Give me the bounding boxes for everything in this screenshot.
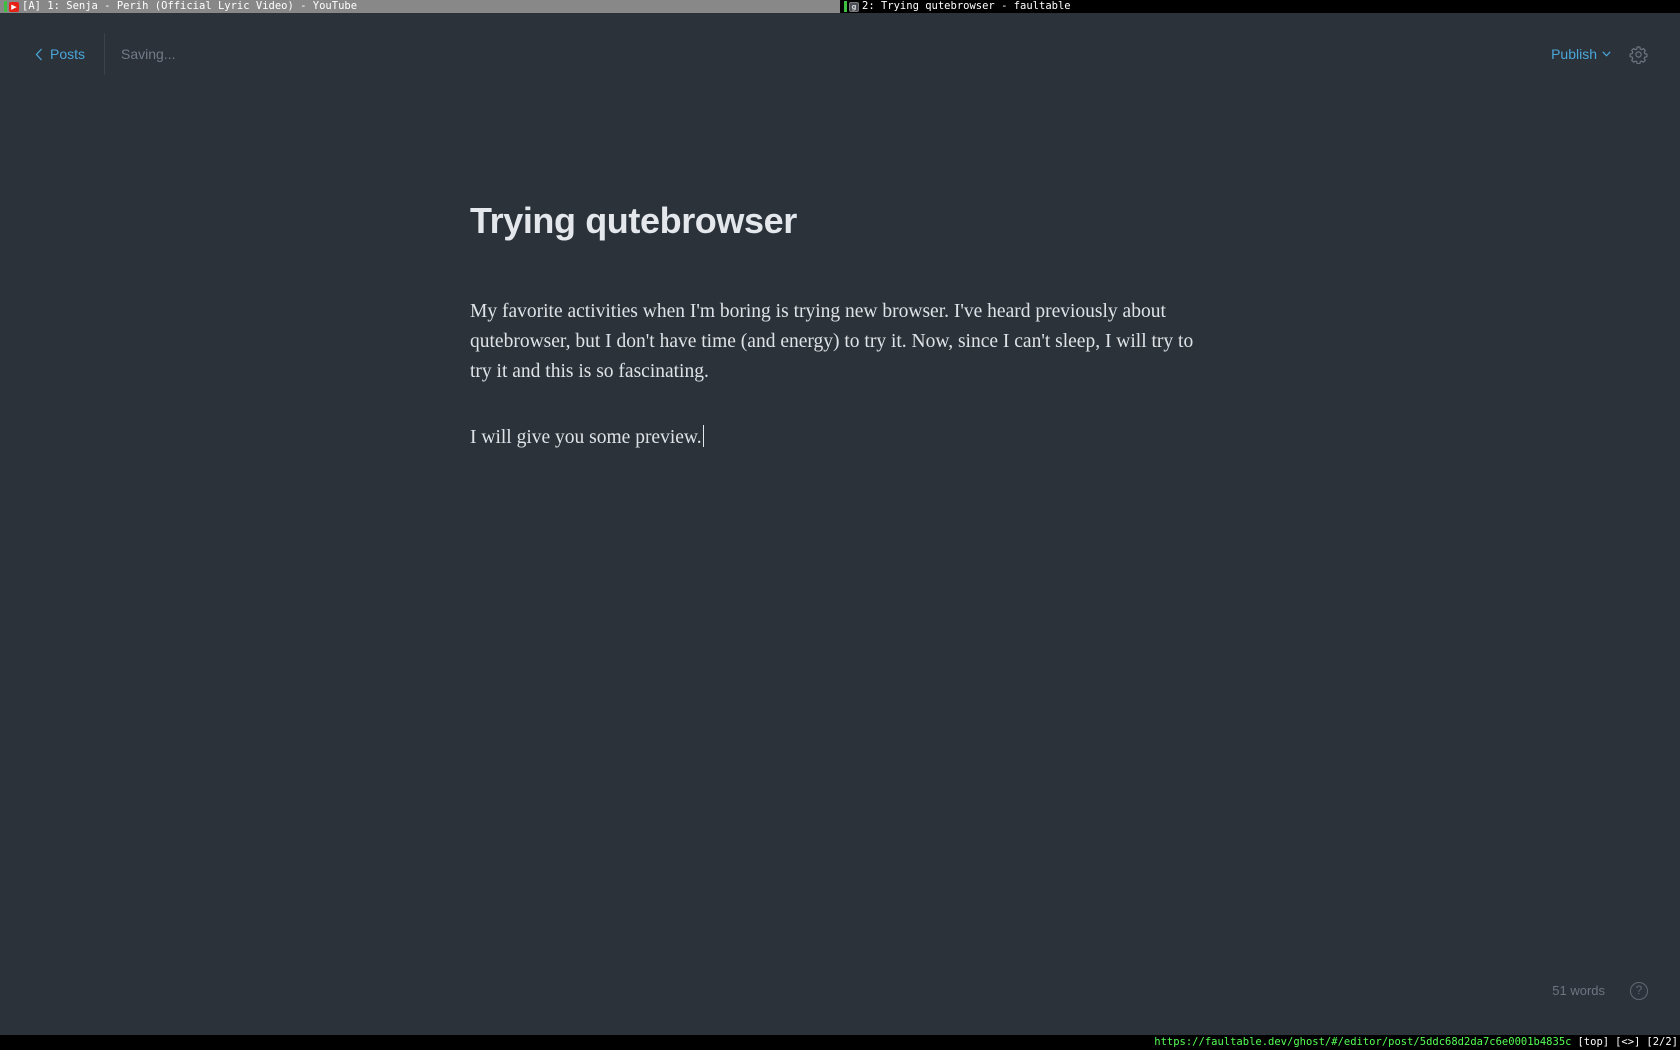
header-divider [104, 33, 105, 75]
help-icon[interactable]: ? [1630, 982, 1648, 1000]
text-caret [702, 425, 704, 447]
paragraph: I will give you some preview. [470, 423, 1210, 453]
word-count: 51 words [1552, 983, 1605, 998]
tab-faultable[interactable]: g 2: Trying qutebrowser - faultable [840, 0, 1680, 13]
status-bar: https://faultable.dev/ghost/#/editor/pos… [0, 1035, 1680, 1050]
post-body-editor[interactable]: My favorite activities when I'm boring i… [470, 297, 1210, 489]
status-history: [<>] [1615, 1036, 1641, 1048]
back-to-posts-link[interactable]: Posts [35, 43, 85, 65]
chevron-down-icon [1602, 51, 1611, 57]
back-link-label: Posts [50, 46, 86, 62]
tab-indicator [844, 1, 847, 12]
publish-label: Publish [1551, 46, 1597, 62]
paragraph-text: I will give you some preview. [470, 427, 702, 448]
gear-icon[interactable] [1629, 45, 1648, 64]
tab-indicator [4, 1, 7, 12]
youtube-icon: ▶ [9, 1, 19, 12]
chevron-left-icon [35, 48, 42, 60]
tab-title: 2: Trying qutebrowser - faultable [862, 0, 1071, 12]
post-title-input[interactable]: Trying qutebrowser [470, 200, 1210, 242]
ghost-icon: g [849, 1, 859, 12]
tab-bar: ▶ [A] 1: Senja - Perih (Official Lyric V… [0, 0, 1680, 13]
status-scroll: [top] [1577, 1036, 1610, 1048]
publish-menu-button[interactable]: Publish [1551, 46, 1611, 62]
status-url: https://faultable.dev/ghost/#/editor/pos… [1154, 1036, 1572, 1048]
paragraph: My favorite activities when I'm boring i… [470, 301, 1194, 382]
save-status: Saving... [121, 46, 176, 62]
tab-title: [A] 1: Senja - Perih (Official Lyric Vid… [22, 0, 358, 12]
tab-youtube[interactable]: ▶ [A] 1: Senja - Perih (Official Lyric V… [0, 0, 840, 13]
status-tab-index: [2/2] [1646, 1036, 1678, 1048]
editor-header: Posts Saving... Publish [0, 13, 1680, 97]
